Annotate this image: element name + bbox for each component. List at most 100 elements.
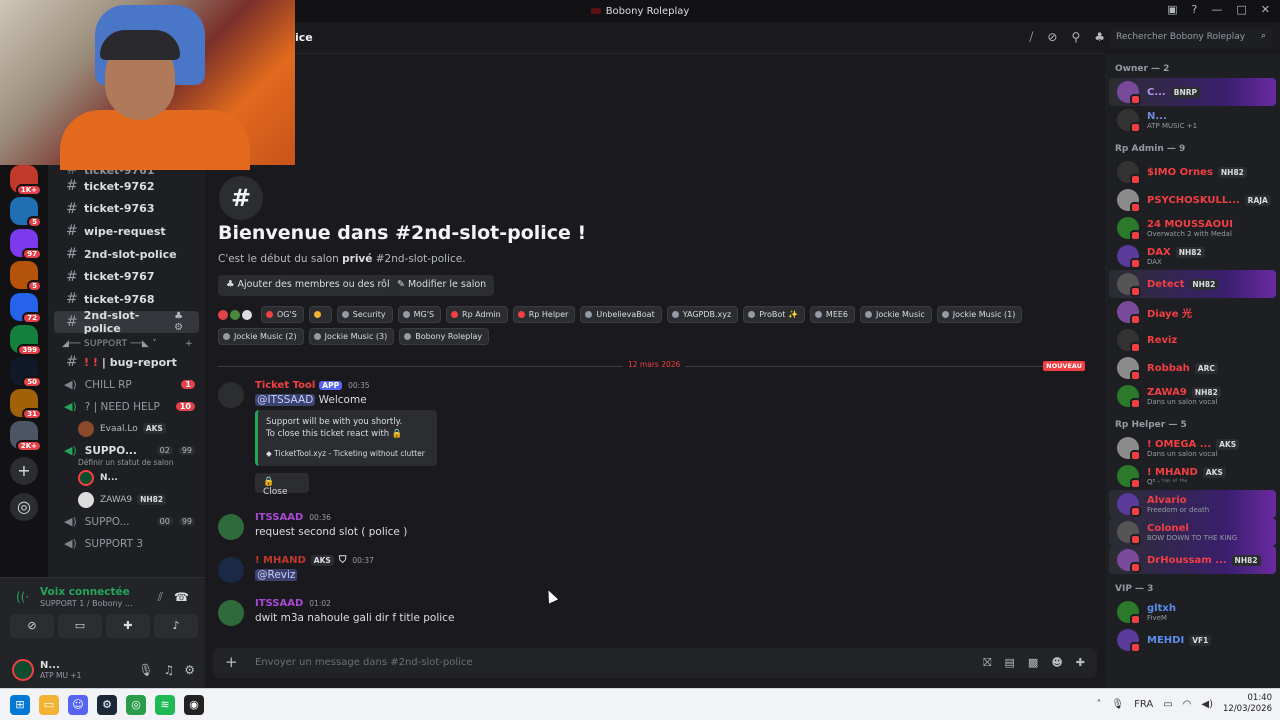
clock[interactable]: 01:40 12/03/2026 xyxy=(1223,693,1272,715)
member-item[interactable]: Colonel BOW DOWN TO THE KING xyxy=(1109,518,1276,546)
voice-status[interactable]: Définir un statut de salon xyxy=(48,458,205,467)
message-author[interactable]: ITSSAAD xyxy=(255,598,303,609)
channel-settings-icon[interactable]: ♣ ⚙ xyxy=(174,311,195,333)
pin-icon[interactable]: ⚲ xyxy=(1071,30,1080,45)
role-chip[interactable]: Jockie Music xyxy=(860,306,932,323)
headphones-icon[interactable]: ♫ xyxy=(163,663,174,677)
voice-connected-subtitle[interactable]: SUPPORT 1 / Bobony ... xyxy=(40,599,133,608)
soundboard-icon[interactable]: ♪ xyxy=(154,614,198,638)
role-chip[interactable]: Rp Admin xyxy=(446,306,508,323)
role-chip[interactable]: OG'S xyxy=(261,306,304,323)
discover-icon[interactable]: ◎ xyxy=(10,493,38,521)
voice-channel-chill[interactable]: ◀) CHILL RP 1 xyxy=(54,374,199,396)
gift-icon[interactable]: ⛝ xyxy=(983,656,991,670)
close-ticket-button[interactable]: 🔒 Close xyxy=(255,473,309,497)
category-support[interactable]: ◢── SUPPORT ──◣ ˅ + xyxy=(48,333,205,351)
wifi-icon[interactable]: ◠ xyxy=(1183,699,1192,710)
voice-user[interactable]: ZAWA9 NH82 xyxy=(48,489,205,511)
server-icon[interactable]: 5 xyxy=(10,197,42,228)
role-chip[interactable]: MEE6 xyxy=(809,306,856,323)
role-chip[interactable]: Security xyxy=(336,306,393,323)
voice-user[interactable]: Evaal.Lo AKS xyxy=(48,418,205,440)
chevron-up-icon[interactable]: ˄ xyxy=(1096,699,1101,710)
server-icon[interactable]: 5 xyxy=(10,261,42,292)
notification-bell-icon[interactable]: ⊘ xyxy=(1047,30,1057,45)
channel-item[interactable]: # ticket-9762 xyxy=(54,175,199,198)
role-chip[interactable]: Jockie Music (3) xyxy=(308,328,395,345)
member-item[interactable]: gltxh FiveM xyxy=(1109,598,1276,626)
server-icon[interactable]: 1K+ xyxy=(10,165,42,196)
role-chip[interactable]: YAGPDB.xyz xyxy=(666,306,739,323)
edit-channel-button[interactable]: ✎ Modifier le salon xyxy=(389,275,495,296)
mention[interactable]: @ITSSAAD xyxy=(255,394,316,406)
noise-suppression-icon[interactable]: ⫽ xyxy=(158,590,163,605)
message-author[interactable]: ITSSAAD xyxy=(255,512,303,523)
settings-gear-icon[interactable]: ⚙ xyxy=(184,663,195,677)
message-author[interactable]: Ticket Tool xyxy=(255,380,315,391)
member-item[interactable]: C... BNRP xyxy=(1109,78,1276,106)
member-item[interactable]: Diaye 光 xyxy=(1109,298,1276,326)
role-chip[interactable]: UnbelievaBoat xyxy=(580,306,662,323)
channel-item[interactable]: #2nd-slot-police xyxy=(54,243,199,266)
message-composer[interactable]: + Envoyer un message dans #2nd-slot-poli… xyxy=(213,648,1097,678)
threads-icon[interactable]: ⧸ xyxy=(1029,30,1033,45)
role-chip[interactable]: Bobony Roleplay xyxy=(399,328,490,345)
inbox-icon[interactable]: ▣ xyxy=(1167,3,1177,16)
server-icon[interactable]: 2K+ xyxy=(10,421,42,452)
member-item[interactable]: N... ATP MUSIC +1 xyxy=(1109,106,1276,134)
member-item[interactable]: 24 MOUSSAOUI Overwatch 2 with Medal xyxy=(1109,214,1276,242)
attach-plus-icon[interactable]: + xyxy=(225,653,238,671)
avatar[interactable] xyxy=(12,658,34,681)
server-icon[interactable]: 50 xyxy=(10,357,42,388)
avatar[interactable] xyxy=(218,557,244,583)
member-item[interactable]: $IMO Ornes NH82 xyxy=(1109,158,1276,186)
voice-channel-support-2[interactable]: ◀) SUPPO... 00 99 xyxy=(54,511,199,533)
file-explorer-icon[interactable]: ▭ xyxy=(39,695,59,715)
role-chip[interactable]: MG'S xyxy=(397,306,442,323)
discord-icon[interactable]: ☺ xyxy=(68,695,88,715)
language-indicator[interactable]: FRA xyxy=(1134,699,1153,710)
server-icon[interactable]: 31 xyxy=(10,389,42,420)
channel-item[interactable]: # ticket-9768 xyxy=(54,288,199,311)
role-chip[interactable] xyxy=(308,306,332,323)
avatar[interactable] xyxy=(218,600,244,626)
member-item[interactable]: Detect NH82 xyxy=(1109,270,1276,298)
member-item[interactable]: Robbah ARC xyxy=(1109,354,1276,382)
add-server-icon[interactable]: + xyxy=(10,457,38,485)
server-icon[interactable]: 97 xyxy=(10,229,42,260)
channel-item-active[interactable]: #2nd-slot-police ♣ ⚙ xyxy=(54,309,199,335)
search-input[interactable]: Rechercher Bobony Roleplay ⌕ xyxy=(1110,28,1272,48)
camera-icon[interactable]: ⊘ xyxy=(10,614,54,638)
voice-channel-support-3[interactable]: ◀) SUPPORT 3 xyxy=(54,533,199,555)
mention[interactable]: @Reviz xyxy=(255,569,298,581)
server-icon[interactable]: 72 xyxy=(10,293,42,324)
maximize-button[interactable]: □ xyxy=(1236,3,1246,16)
app-icon[interactable]: ◉ xyxy=(184,695,204,715)
sticker-icon[interactable]: ▩ xyxy=(1028,656,1038,670)
member-item[interactable]: Reviz xyxy=(1109,326,1276,354)
channel-item[interactable]: # ticket-9763 xyxy=(54,198,199,221)
chrome-icon[interactable]: ◎ xyxy=(126,695,146,715)
server-icon[interactable]: 399 xyxy=(10,325,42,356)
add-channel-icon[interactable]: + xyxy=(185,339,193,349)
member-item[interactable]: DrHoussam ... NH82 xyxy=(1109,546,1276,574)
members-list-icon[interactable]: ♣ xyxy=(1094,30,1105,45)
ticket-icon[interactable] xyxy=(218,382,244,408)
activities-icon[interactable]: ✚ xyxy=(106,614,150,638)
emoji-icon[interactable]: ☻ xyxy=(1051,656,1062,670)
role-chip[interactable]: Jockie Music (1) xyxy=(936,306,1023,323)
voice-user[interactable]: N... xyxy=(48,467,205,489)
microphone-icon[interactable]: 🎙 xyxy=(138,663,153,677)
network-icon[interactable]: ▭ xyxy=(1163,699,1172,710)
avatar[interactable] xyxy=(218,514,244,540)
member-item[interactable]: Alvario Freedom or death xyxy=(1109,490,1276,518)
add-members-button[interactable]: ♣ Ajouter des membres ou des rôles xyxy=(218,275,409,296)
minimize-button[interactable]: — xyxy=(1211,3,1222,16)
apps-icon[interactable]: ✚ xyxy=(1076,656,1085,670)
volume-icon[interactable]: ◀) xyxy=(1201,699,1213,710)
member-item[interactable]: ! MHAND AKS Q⁸ - ᵗᵒᵖ ᵒᶠ ᵗʰᵉ xyxy=(1109,462,1276,490)
member-item[interactable]: ZAWA9 NH82 Dans un salon vocal xyxy=(1109,382,1276,410)
screen-share-icon[interactable]: ▭ xyxy=(58,614,102,638)
voice-channel-need-help[interactable]: ◀) ? | NEED HELP 10 xyxy=(54,396,199,418)
channel-item[interactable]: # ticket-9767 xyxy=(54,265,199,288)
